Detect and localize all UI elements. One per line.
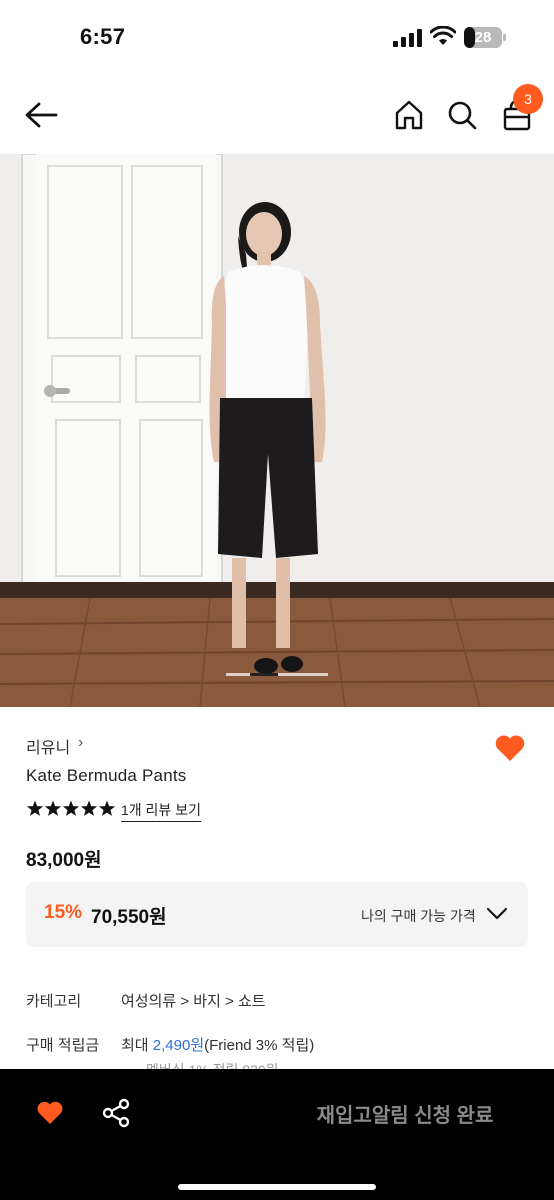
category-label: 카테고리 bbox=[26, 993, 82, 1010]
gallery-indicator-active bbox=[250, 673, 278, 676]
points-label: 구매 적립금 bbox=[26, 1037, 100, 1054]
my-price-label[interactable]: 나의 구매 가능 가격 bbox=[361, 906, 476, 926]
discount-price: 70,550원 bbox=[91, 907, 167, 928]
category-path[interactable]: 여성의류 > 바지 > 쇼트 bbox=[121, 990, 266, 1011]
star-icon bbox=[80, 800, 98, 816]
home-icon[interactable] bbox=[394, 99, 424, 131]
status-time: 6:57 bbox=[80, 24, 126, 49]
home-indicator bbox=[178, 1184, 376, 1190]
product-name: Kate Bermuda Pants bbox=[26, 766, 187, 785]
review-link[interactable]: 1개 리뷰 보기 bbox=[121, 800, 201, 822]
original-price: 83,000원 bbox=[26, 850, 102, 871]
bottom-action-bar: 재입고알림 신청 완료 bbox=[0, 1069, 554, 1200]
back-arrow-icon[interactable] bbox=[24, 100, 58, 130]
points-amount: 2,490원 bbox=[152, 1037, 205, 1054]
wifi-icon bbox=[430, 26, 456, 45]
discount-rate: 15% bbox=[44, 902, 83, 923]
top-navigation: 3 bbox=[0, 80, 554, 152]
star-icon bbox=[44, 800, 62, 816]
star-icon bbox=[62, 800, 80, 816]
status-bar: 6:57 28 bbox=[0, 0, 554, 72]
restock-alert-button[interactable]: 재입고알림 신청 완료 bbox=[270, 1099, 540, 1128]
product-photo bbox=[0, 154, 554, 707]
star-icon bbox=[26, 800, 44, 816]
signal-icon bbox=[393, 29, 422, 47]
share-icon[interactable] bbox=[102, 1098, 130, 1128]
cart-count-badge[interactable]: 3 bbox=[513, 84, 543, 114]
brand-name[interactable]: 리유니 bbox=[26, 734, 70, 758]
star-icon bbox=[98, 800, 116, 816]
points-prefix: 최대 bbox=[121, 1037, 153, 1054]
brand-chevron-icon[interactable]: › bbox=[78, 734, 83, 752]
search-icon[interactable] bbox=[447, 100, 477, 130]
battery-level: 28 bbox=[474, 29, 492, 46]
heart-icon[interactable] bbox=[36, 1100, 64, 1126]
rating-stars bbox=[26, 800, 116, 816]
chevron-down-icon[interactable] bbox=[486, 906, 508, 922]
discount-price-panel[interactable]: 15% 70,550원 나의 구매 가능 가격 bbox=[26, 882, 528, 947]
product-image-gallery[interactable] bbox=[0, 154, 554, 707]
points-suffix: (Friend 3% 적립) bbox=[204, 1037, 315, 1054]
points-value: 최대 2,490원(Friend 3% 적립) bbox=[121, 1034, 314, 1055]
wishlist-heart-icon[interactable] bbox=[494, 733, 526, 763]
